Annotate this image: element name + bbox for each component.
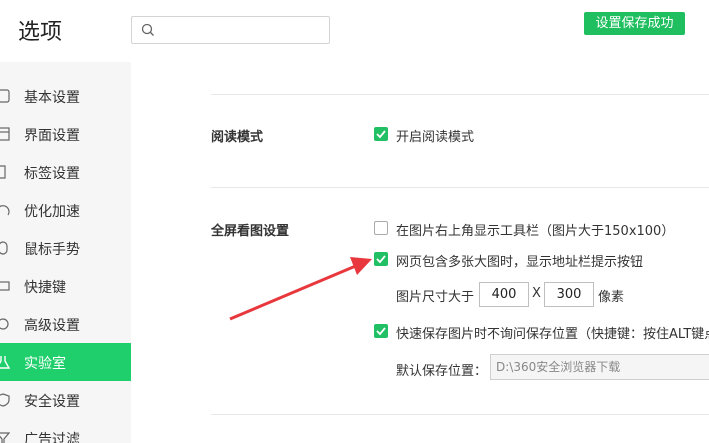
sidebar-item-label: 界面设置: [24, 128, 80, 144]
search-input[interactable]: [160, 20, 325, 40]
check-icon: [376, 327, 386, 336]
address-hint-checkbox[interactable]: [374, 252, 388, 266]
check-icon: [376, 255, 386, 264]
speed-icon: [0, 205, 10, 216]
search-icon: [141, 23, 154, 36]
sidebar-item-adblock[interactable]: 广告过滤: [0, 419, 131, 443]
sidebar-item-interface[interactable]: 界面设置: [0, 115, 131, 153]
divider: [211, 414, 709, 415]
sidebar-item-label: 基本设置: [24, 90, 80, 106]
default-location-label: 默认保存位置：: [396, 364, 488, 379]
address-hint-label: 网页包含多张大图时，显示地址栏提示按钮: [396, 255, 644, 270]
keyboard-icon: [0, 281, 10, 291]
gear-icon: [0, 318, 9, 330]
header: 选项 设置保存成功: [0, 0, 709, 62]
divider: [211, 94, 709, 95]
sidebar: 基本设置 界面设置 标签设置 优化加速 鼠标手势 快捷键 高级设置 实验室 安全…: [0, 62, 131, 443]
show-toolbar-checkbox[interactable]: [374, 221, 388, 235]
min-height-input[interactable]: 300: [544, 282, 594, 307]
min-width-input[interactable]: 400: [479, 282, 529, 307]
layout-icon: [0, 127, 10, 141]
sidebar-item-label: 广告过滤: [24, 432, 80, 443]
sidebar-item-label: 标签设置: [24, 166, 80, 182]
sidebar-item-shortcuts[interactable]: 快捷键: [0, 267, 131, 305]
settings-panel: 阅读模式 开启阅读模式 全屏看图设置 在图片右上角显示工具栏（图片大于150x1…: [131, 62, 709, 443]
sidebar-item-tabs[interactable]: 标签设置: [0, 153, 131, 191]
sidebar-item-label: 优化加速: [24, 204, 80, 220]
home-icon: [0, 89, 10, 103]
show-toolbar-label: 在图片右上角显示工具栏（图片大于150x100）: [396, 224, 675, 239]
filter-icon: [0, 432, 10, 443]
tag-icon: [0, 165, 6, 179]
sidebar-item-security[interactable]: 安全设置: [0, 381, 131, 419]
quick-save-label: 快速保存图片时不询问保存位置（快捷键：按住ALT键点: [396, 327, 709, 342]
reading-mode-checkbox[interactable]: [374, 127, 388, 141]
search-box[interactable]: [131, 16, 330, 44]
sidebar-item-label: 高级设置: [24, 318, 80, 334]
sidebar-item-label: 安全设置: [24, 394, 80, 410]
sidebar-item-label: 鼠标手势: [24, 242, 80, 258]
reading-mode-label: 开启阅读模式: [396, 130, 475, 145]
save-status-badge: 设置保存成功: [584, 12, 685, 35]
check-icon: [376, 130, 386, 139]
sidebar-item-mouse-gesture[interactable]: 鼠标手势: [0, 229, 131, 267]
mouse-icon: [0, 241, 8, 255]
sidebar-item-lab[interactable]: 实验室: [0, 343, 131, 381]
section-title-reading-mode: 阅读模式: [211, 130, 264, 145]
sidebar-item-label: 实验室: [24, 356, 66, 372]
section-title-fullscreen-image: 全屏看图设置: [211, 224, 290, 239]
size-unit-label: 像素: [598, 290, 625, 305]
shield-icon: [0, 393, 10, 407]
sidebar-item-optimize[interactable]: 优化加速: [0, 191, 131, 229]
flask-icon: [0, 356, 10, 369]
sidebar-item-advanced[interactable]: 高级设置: [0, 305, 131, 343]
page-title: 选项: [18, 20, 63, 45]
size-prefix-label: 图片尺寸大于: [396, 290, 475, 305]
default-location-input[interactable]: D:\360安全浏览器下载: [490, 354, 709, 380]
sidebar-item-label: 快捷键: [24, 280, 66, 296]
quick-save-checkbox[interactable]: [374, 324, 388, 338]
divider: [211, 187, 709, 188]
sidebar-item-basic[interactable]: 基本设置: [0, 77, 131, 115]
size-separator: X: [532, 286, 541, 301]
